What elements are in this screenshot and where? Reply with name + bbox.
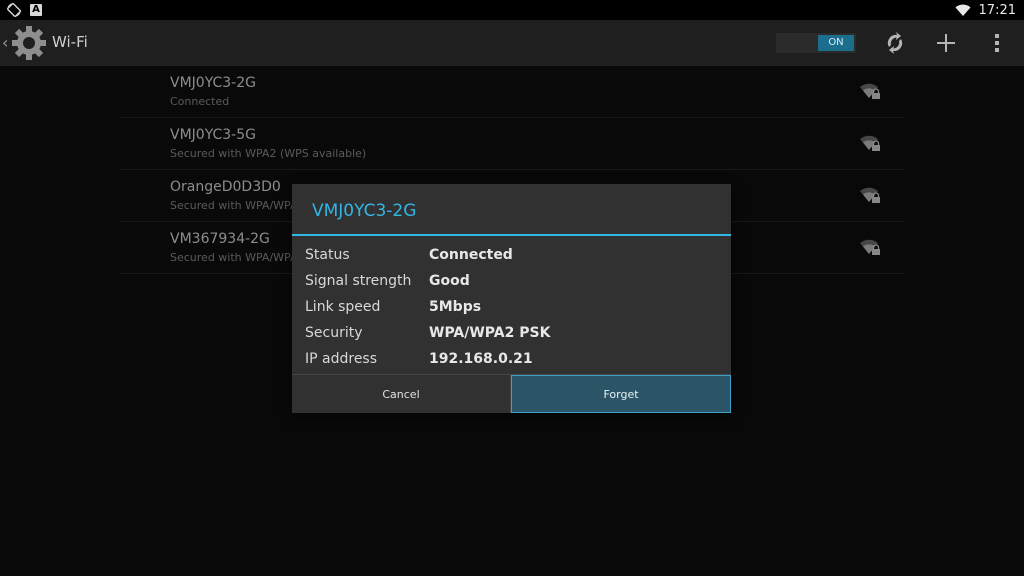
forget-button[interactable]: Forget <box>511 375 731 413</box>
action-bar: ‹ Wi-Fi ON <box>0 20 1024 66</box>
add-icon <box>937 34 955 52</box>
dialog-title-divider <box>292 234 731 236</box>
cancel-button[interactable]: Cancel <box>292 375 511 413</box>
rotation-icon <box>6 2 22 18</box>
network-details-dialog: VMJ0YC3-2G Status Connected Signal stren… <box>292 184 731 413</box>
detail-label: Link speed <box>305 299 381 315</box>
detail-label: Status <box>305 247 350 263</box>
detail-row-status: Status Connected <box>305 242 725 268</box>
dialog-button-bar: Cancel Forget <box>292 374 731 413</box>
detail-row-link-speed: Link speed 5Mbps <box>305 294 725 320</box>
add-network-button[interactable] <box>932 29 960 57</box>
status-time: 17:21 <box>978 2 1016 18</box>
wps-button[interactable] <box>881 29 909 57</box>
overflow-menu-button[interactable] <box>983 29 1011 57</box>
detail-row-security: Security WPA/WPA2 PSK <box>305 320 725 346</box>
status-bar-right: 17:21 <box>955 0 1016 20</box>
dialog-title: VMJ0YC3-2G <box>312 201 417 221</box>
settings-gear-icon[interactable] <box>10 24 48 62</box>
wifi-icon <box>955 2 971 18</box>
detail-label: Signal strength <box>305 273 412 289</box>
wifi-toggle-label: ON <box>818 35 854 51</box>
app-a-icon: A <box>30 4 42 16</box>
overflow-menu-icon <box>995 34 999 52</box>
detail-row-signal-strength: Signal strength Good <box>305 268 725 294</box>
detail-label: Security <box>305 325 363 341</box>
detail-value: 192.168.0.21 <box>429 351 533 367</box>
detail-value: 5Mbps <box>429 299 482 315</box>
detail-label: IP address <box>305 351 378 367</box>
wifi-toggle[interactable]: ON <box>776 33 856 53</box>
dialog-details: Status Connected Signal strength Good Li… <box>305 242 725 372</box>
status-bar-left: A <box>6 2 42 18</box>
detail-value: Good <box>429 273 470 289</box>
page-title: Wi-Fi <box>52 33 88 51</box>
detail-value: WPA/WPA2 PSK <box>429 325 551 341</box>
detail-value: Connected <box>429 247 513 263</box>
detail-row-ip-address: IP address 192.168.0.21 <box>305 346 725 372</box>
wps-icon <box>887 32 903 54</box>
status-bar: A 17:21 <box>0 0 1024 20</box>
